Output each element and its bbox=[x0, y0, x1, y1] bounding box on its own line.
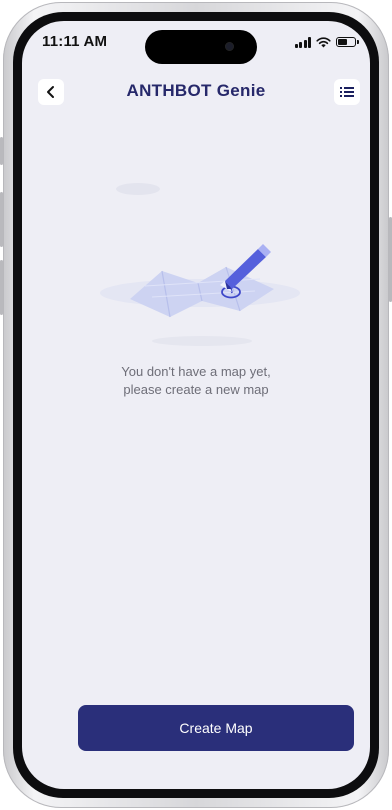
create-map-button[interactable]: Create Map bbox=[78, 705, 354, 751]
empty-state-line-2: please create a new map bbox=[123, 382, 269, 397]
status-icons bbox=[294, 36, 359, 48]
cellular-signal-icon bbox=[294, 36, 311, 48]
empty-state-line-1: You don't have a map yet, bbox=[121, 364, 271, 379]
page-title: ANTHBOT Genie bbox=[126, 81, 266, 100]
empty-state-message: You don't have a map yet, please create … bbox=[22, 363, 370, 399]
navigation-bar: ANTHBOT Genie bbox=[22, 73, 370, 113]
status-time: 11:11 AM bbox=[42, 33, 108, 50]
volume-up-button bbox=[0, 192, 3, 247]
wifi-icon bbox=[316, 36, 331, 47]
phone-bezel: 11:11 AM ANTHBOT Genie You don't have a … bbox=[13, 12, 379, 798]
list-menu-icon bbox=[340, 87, 354, 97]
dynamic-island bbox=[145, 30, 257, 64]
phone-frame: 11:11 AM ANTHBOT Genie You don't have a … bbox=[0, 2, 392, 808]
volume-down-button bbox=[0, 260, 3, 315]
status-bar: 11:11 AM bbox=[22, 21, 370, 64]
app-screen: 11:11 AM ANTHBOT Genie You don't have a … bbox=[22, 21, 370, 789]
action-button bbox=[0, 137, 3, 165]
menu-button[interactable] bbox=[334, 79, 360, 105]
battery-icon bbox=[336, 37, 359, 47]
map-with-pencil-illustration bbox=[100, 183, 300, 346]
front-camera bbox=[225, 42, 234, 51]
